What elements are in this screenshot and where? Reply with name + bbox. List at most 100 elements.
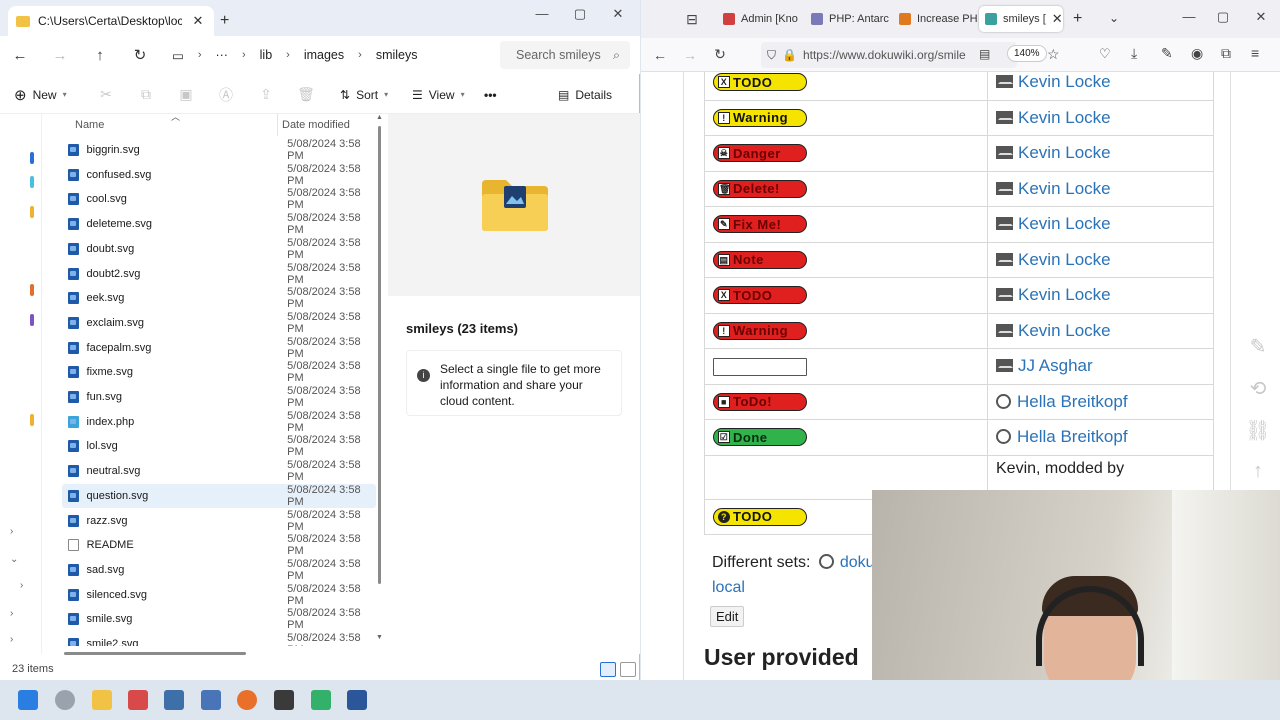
file-row[interactable]: cool.svg 5/08/2024 3:58 PM (62, 187, 376, 211)
paste-icon[interactable]: ▣ (166, 86, 206, 103)
word-icon[interactable] (347, 690, 367, 710)
zoom-level[interactable]: 140% (1007, 45, 1047, 62)
rename-icon[interactable]: Ⓐ (206, 85, 246, 105)
new-button[interactable]: ⊕ New ▾ (14, 86, 86, 104)
author-link[interactable]: JJ Asghar (1018, 356, 1093, 375)
file-row[interactable]: index.php 5/08/2024 3:58 PM (62, 410, 376, 434)
close-window-icon[interactable]: ✕ (1249, 9, 1273, 25)
file-row[interactable]: sad.svg 5/08/2024 3:58 PM (62, 558, 376, 582)
new-tab-icon[interactable]: + (220, 12, 229, 30)
nav-item-marker[interactable] (30, 414, 34, 426)
file-row[interactable]: question.svg 5/08/2024 3:58 PM (62, 483, 376, 508)
nav-item-marker[interactable] (30, 314, 34, 326)
minimize-icon[interactable]: — (1177, 9, 1201, 24)
nav-item-marker[interactable] (30, 284, 34, 296)
file-row[interactable]: facepalm.svg 5/08/2024 3:58 PM (62, 336, 376, 360)
close-tab-icon[interactable]: ✕ (190, 13, 206, 29)
more-crumbs-icon[interactable]: ··· (215, 48, 228, 62)
file-row[interactable]: smile2.svg 5/08/2024 3:58 PM (62, 632, 376, 646)
snipping-tool-icon[interactable] (128, 690, 148, 710)
doku-link[interactable]: doku (840, 554, 875, 571)
scrollbar-thumb[interactable] (378, 126, 381, 584)
author-link[interactable]: Kevin Locke (1018, 321, 1111, 340)
list-tabs-icon[interactable]: ⌄ (1109, 11, 1119, 25)
vscode-icon[interactable] (164, 690, 184, 710)
file-row[interactable]: eek.svg 5/08/2024 3:58 PM (62, 286, 376, 310)
firefox-icon[interactable] (237, 690, 257, 710)
alien-app-icon[interactable] (55, 690, 75, 710)
app-icon[interactable] (311, 690, 331, 710)
close-tab-icon[interactable]: ✕ (1052, 11, 1063, 27)
edit-page-icon[interactable]: ✎ (1243, 334, 1273, 376)
file-row[interactable]: silenced.svg 5/08/2024 3:58 PM (62, 583, 376, 607)
author-link[interactable]: Kevin Locke (1018, 214, 1111, 233)
file-row[interactable]: biggrin.svg 5/08/2024 3:58 PM (62, 138, 376, 162)
chevron-right-icon[interactable]: › (10, 526, 13, 537)
file-row[interactable]: fixme.svg 5/08/2024 3:58 PM (62, 360, 376, 384)
share-icon[interactable]: ⇪ (246, 86, 286, 103)
file-row[interactable]: deleteme.svg 5/08/2024 3:58 PM (62, 212, 376, 236)
tools-icon[interactable]: ✎ (1161, 45, 1173, 62)
more-options-icon[interactable]: ••• (484, 88, 518, 102)
browser-tab[interactable]: Admin [Kno (717, 6, 803, 32)
explorer-tab[interactable]: C:\Users\Certa\Desktop\local\ ✕ (8, 6, 214, 36)
column-header-date[interactable]: Date modified (282, 119, 350, 131)
author-link[interactable]: Hella Breitkopf (1017, 427, 1128, 446)
browser-tab[interactable]: PHP: Antarc (805, 6, 891, 32)
maximize-icon[interactable]: ▢ (1211, 9, 1235, 25)
tiles-view-icon[interactable] (620, 662, 636, 677)
author-link[interactable]: Kevin Locke (1018, 143, 1111, 162)
account-icon[interactable]: ◉ (1191, 45, 1203, 62)
cut-icon[interactable]: ✂ (86, 86, 126, 103)
file-row[interactable]: exclaim.svg 5/08/2024 3:58 PM (62, 311, 376, 335)
computer-icon[interactable]: ▭ (172, 48, 184, 63)
author-link[interactable]: Kevin Locke (1018, 250, 1111, 269)
scroll-down-icon[interactable]: ▼ (376, 634, 383, 641)
start-icon[interactable] (18, 690, 38, 710)
file-row[interactable]: razz.svg 5/08/2024 3:58 PM (62, 509, 376, 533)
view-button[interactable]: ☰ View ▾ (412, 88, 484, 102)
details-button[interactable]: ▤ Details (558, 88, 612, 102)
pocket-icon[interactable]: ♡ (1099, 46, 1111, 62)
file-row[interactable]: README 5/08/2024 3:58 PM (62, 533, 376, 557)
back-icon[interactable]: ← (0, 47, 40, 64)
app-icon[interactable] (274, 690, 294, 710)
delete-icon[interactable]: 🗑 (286, 86, 326, 103)
local-link[interactable]: local (712, 579, 745, 597)
chevron-down-icon[interactable]: ⌄ (10, 554, 18, 565)
up-icon[interactable]: ↑ (80, 47, 120, 64)
close-window-icon[interactable]: ✕ (606, 6, 630, 22)
download-icon[interactable]: ⤓ (1131, 45, 1137, 62)
vertical-scrollbar[interactable]: ▲ ▼ (376, 114, 383, 642)
edit-button[interactable]: Edit (710, 606, 745, 627)
author-link[interactable]: Kevin Locke (1018, 108, 1111, 127)
file-explorer-icon[interactable] (92, 690, 112, 710)
scroll-up-icon[interactable]: ▲ (376, 114, 383, 121)
breadcrumb-item[interactable]: lib (260, 48, 273, 62)
backlinks-icon[interactable]: ⛓ (1243, 418, 1273, 460)
author-link[interactable]: Kevin Locke (1018, 285, 1111, 304)
author-link[interactable]: Kevin Locke (1018, 179, 1111, 198)
revisions-icon[interactable]: ⟲ (1243, 376, 1273, 418)
file-row[interactable]: confused.svg 5/08/2024 3:58 PM (62, 163, 376, 187)
chevron-right-icon[interactable]: › (10, 608, 13, 619)
extensions-icon[interactable]: ⧉ (1221, 45, 1231, 62)
forward-icon[interactable]: → (675, 47, 705, 63)
search-input[interactable]: Search smileys ⌕ (500, 41, 630, 69)
file-row[interactable]: neutral.svg 5/08/2024 3:58 PM (62, 459, 376, 483)
app-icon[interactable] (201, 690, 221, 710)
column-header-name[interactable]: Name (75, 119, 104, 131)
author-link[interactable]: Kevin Locke (1018, 72, 1111, 91)
refresh-icon[interactable]: ↻ (120, 46, 160, 64)
nav-item-marker[interactable] (30, 206, 34, 218)
menu-icon[interactable]: ≡ (1251, 45, 1259, 61)
new-tab-icon[interactable]: + (1073, 10, 1082, 28)
tab-overview-icon[interactable]: ⊟ (677, 11, 707, 28)
forward-icon[interactable]: → (40, 47, 80, 64)
maximize-icon[interactable]: ▢ (568, 6, 592, 22)
horizontal-scrollbar-thumb[interactable] (64, 652, 246, 655)
breadcrumb-item[interactable]: images (304, 48, 344, 62)
file-row[interactable]: fun.svg 5/08/2024 3:58 PM (62, 385, 376, 409)
bookmark-star-icon[interactable]: ☆ (1047, 46, 1060, 63)
chevron-right-icon[interactable]: › (10, 634, 13, 645)
